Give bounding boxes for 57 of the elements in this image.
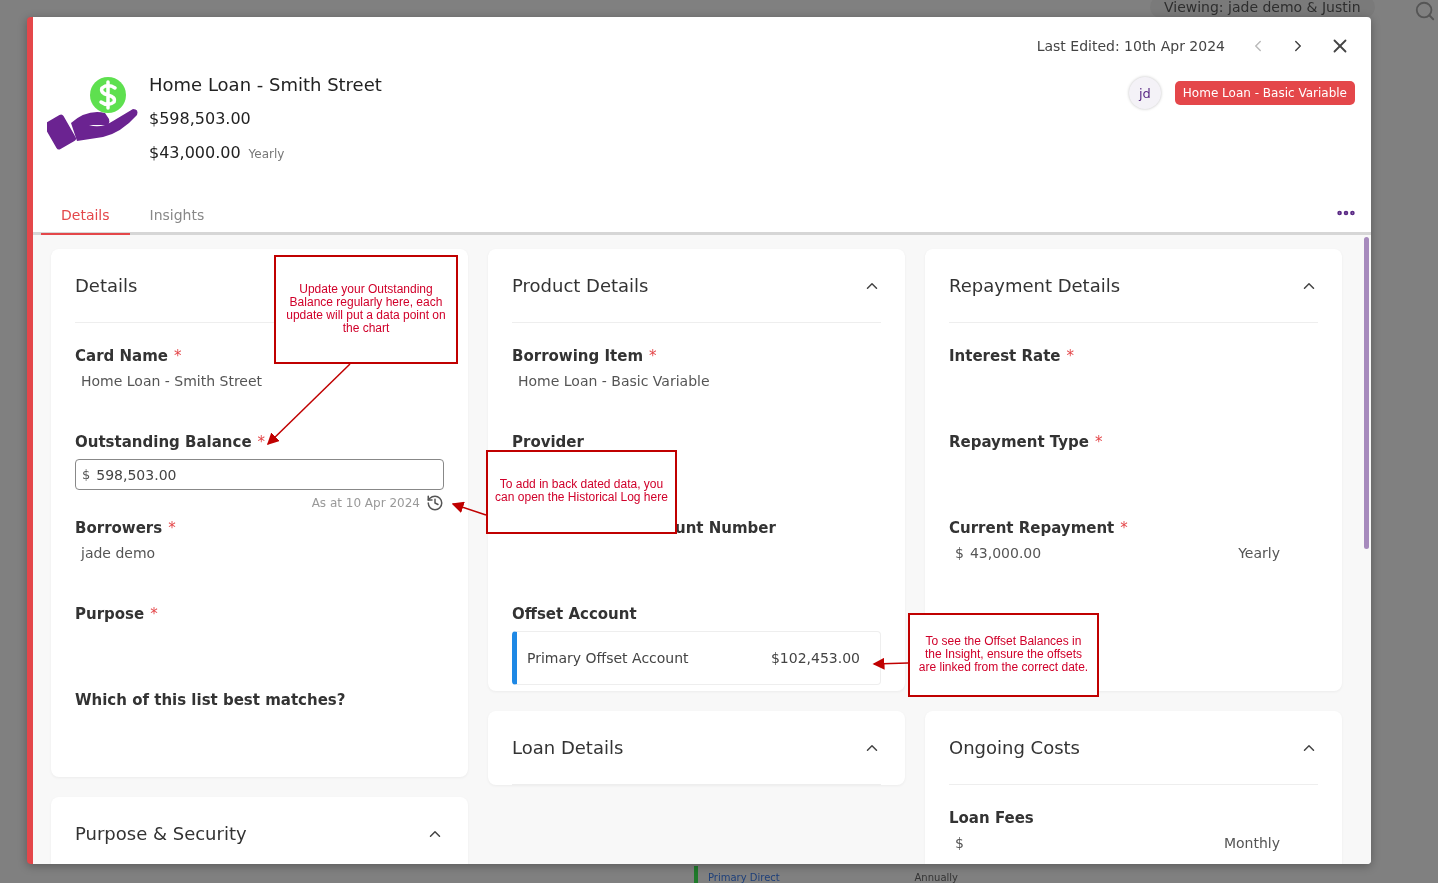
field-label: Purpose	[75, 605, 145, 623]
field-label: Borrowers	[75, 519, 163, 537]
section-title: Repayment Details	[949, 275, 1121, 296]
viewing-label: Viewing: jade demo & Justin	[1150, 0, 1375, 18]
required-mark: *	[173, 347, 182, 365]
history-icon[interactable]	[426, 494, 444, 512]
section-title: Ongoing Costs	[949, 737, 1080, 758]
leader-line	[872, 657, 909, 670]
required-mark: *	[257, 433, 266, 451]
offset-account-row[interactable]: Primary Offset Account $102,453.00	[512, 631, 881, 685]
field-label: Current Repayment	[949, 519, 1115, 537]
required-mark: *	[168, 519, 176, 537]
loan-type-tag: Home Loan - Basic Variable	[1174, 81, 1355, 105]
section-title: Details	[75, 275, 138, 296]
field-label: Repayment Type	[949, 433, 1089, 451]
field-value: 43,000.00	[969, 545, 1042, 561]
required-mark: *	[649, 347, 657, 365]
required-mark: *	[150, 605, 158, 623]
last-edited: Last Edited: 10th Apr 2024	[1036, 38, 1225, 54]
scrollbar[interactable]	[1364, 237, 1369, 549]
balance-input[interactable]: $ 598,503.00	[75, 459, 444, 490]
annotation-callout: To add in back dated data, you can open the Historical Log here	[486, 450, 677, 534]
balance-amount: $598,503.00	[149, 108, 252, 130]
tab[interactable]: Insights	[129, 207, 225, 235]
field-label: Borrowing Item	[512, 347, 644, 365]
field-label: Which of this list best matches?	[75, 691, 346, 709]
annotation-callout: Update your Outstanding Balance regularly here, each update will put a data point on the chart	[274, 255, 458, 364]
loan-title: Home Loan - Smith Street	[149, 73, 382, 97]
field-label: Offset Account	[512, 605, 637, 623]
required-mark: *	[1120, 519, 1128, 537]
required-mark: *	[1066, 347, 1074, 365]
currency-symbol: $	[955, 835, 964, 851]
required-mark: *	[1094, 433, 1103, 451]
section-title: Product Details	[512, 275, 649, 296]
background-text: Primary Direct	[708, 872, 780, 883]
field-label: Card Name	[75, 347, 168, 365]
repayment-amount: $43,000.00	[149, 142, 241, 164]
field-value: Home Loan - Basic Variable	[517, 373, 711, 389]
field-label: Interest Rate	[949, 347, 1061, 365]
as-at-date: As at 10 Apr 2024	[311, 496, 420, 510]
field-value: jade demo	[79, 545, 157, 561]
field-label: Loan Fees	[949, 809, 1034, 827]
section-title: Purpose & Security	[75, 823, 247, 844]
frequency: Monthly	[1223, 835, 1280, 851]
field-value: Home Loan - Smith Street	[80, 373, 264, 389]
leader-line	[451, 501, 487, 516]
background-text: Annually	[914, 872, 958, 883]
field-label: Provider	[512, 433, 584, 451]
user-avatar[interactable]: jd	[1128, 77, 1161, 109]
repayment-frequency: Yearly	[248, 147, 285, 161]
search-icon	[1414, 0, 1436, 22]
field-label: Outstanding Balance	[75, 433, 252, 451]
frequency: Yearly	[1238, 545, 1280, 561]
currency-symbol: $	[955, 545, 964, 561]
section-title: Loan Details	[512, 737, 624, 758]
annotation-callout: To see the Offset Balances in the Insight, ensure the offsets are linked from the correct date.	[908, 613, 1099, 697]
hand-coin-icon	[47, 75, 139, 151]
